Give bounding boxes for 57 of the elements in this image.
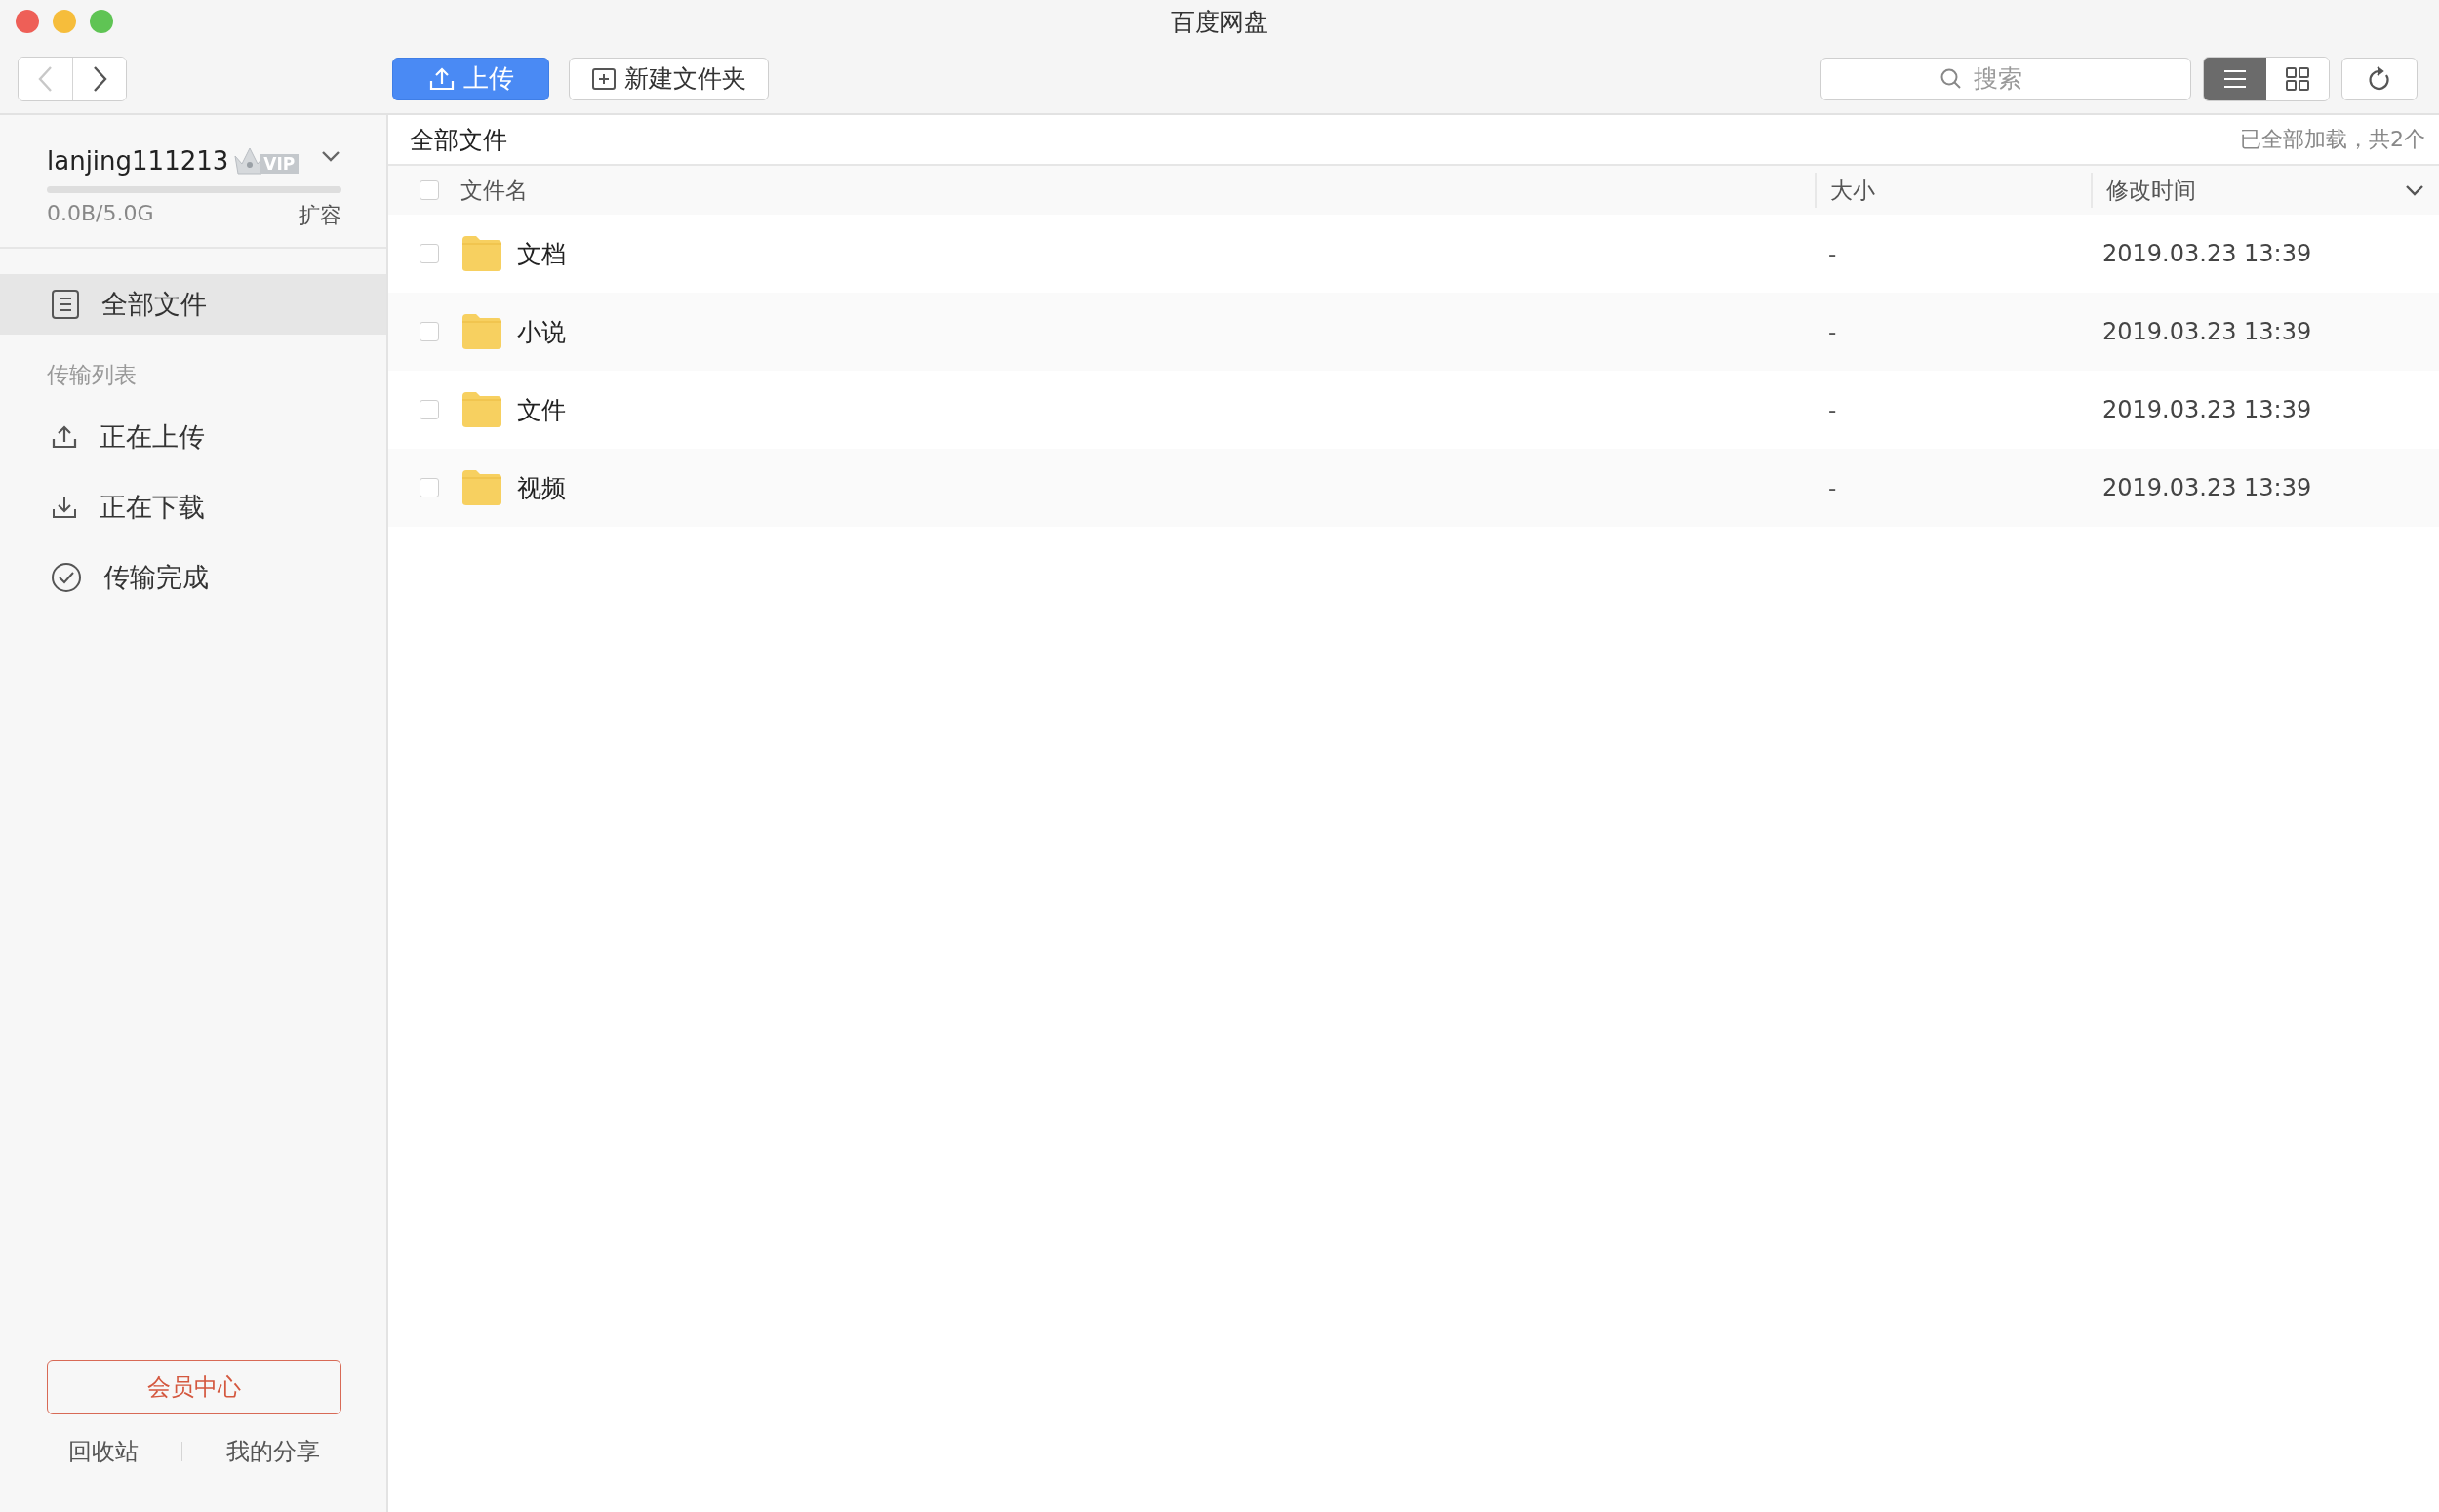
- column-header[interactable]: 大小: [1830, 175, 1875, 206]
- refresh-button[interactable]: [2341, 57, 2418, 100]
- vip-badge: VIP: [260, 154, 300, 174]
- folder-plus-icon: [591, 65, 617, 92]
- folder-icon: [460, 312, 503, 351]
- expand-link[interactable]: 扩容: [299, 201, 341, 230]
- modified-time: 2019.03.23 13:39: [2101, 318, 2312, 345]
- footer-link[interactable]: 我的分享: [225, 1436, 320, 1467]
- file-size: -: [1827, 475, 1837, 500]
- sidebar-item[interactable]: 全部文件: [0, 274, 386, 335]
- window-title: 百度网盘: [1171, 7, 1268, 38]
- checkbox[interactable]: [420, 400, 439, 419]
- refresh-icon: [2367, 64, 2392, 93]
- username: lanjing111213: [47, 145, 229, 178]
- file-size: -: [1827, 397, 1837, 422]
- forward-button[interactable]: [72, 57, 126, 100]
- checkbox[interactable]: [420, 478, 439, 497]
- load-status: 已全部加载，共2个: [2240, 126, 2425, 153]
- file-name[interactable]: 文件: [517, 393, 566, 426]
- member-center-button[interactable]: 会员中心: [47, 1360, 341, 1414]
- modified-time: 2019.03.23 13:39: [2101, 396, 2312, 423]
- checkbox[interactable]: [420, 322, 439, 341]
- folder-icon: [460, 468, 503, 507]
- file-name[interactable]: 小说: [517, 315, 566, 348]
- checkbox[interactable]: [420, 244, 439, 263]
- zoom-button[interactable]: [90, 10, 113, 33]
- new-folder-button[interactable]: 新建文件夹: [569, 57, 769, 100]
- breadcrumb: 全部文件: [410, 124, 507, 156]
- checkbox[interactable]: [420, 180, 439, 200]
- storage-usage: 0.0B/5.0G: [47, 201, 154, 227]
- grid-view-button[interactable]: [2266, 57, 2329, 100]
- download-icon: [51, 494, 78, 521]
- modified-time: 2019.03.23 13:39: [2101, 240, 2312, 267]
- minimize-button[interactable]: [53, 10, 76, 33]
- account-menu-icon[interactable]: [320, 149, 341, 163]
- grid-icon: [2285, 65, 2310, 92]
- file-size: -: [1827, 319, 1837, 344]
- column-header[interactable]: 修改时间: [2106, 175, 2196, 206]
- sidebar-item[interactable]: 正在下载: [0, 472, 386, 542]
- sort-icon[interactable]: [2404, 183, 2425, 197]
- file-size: -: [1827, 241, 1837, 266]
- check-circle-icon: [51, 562, 82, 593]
- close-button[interactable]: [16, 10, 39, 33]
- file-name[interactable]: 文档: [517, 237, 566, 270]
- column-header[interactable]: 文件名: [460, 175, 528, 206]
- folder-icon: [460, 390, 503, 429]
- list-view-button[interactable]: [2204, 57, 2266, 100]
- upload-icon: [51, 423, 78, 451]
- modified-time: 2019.03.23 13:39: [2101, 474, 2312, 501]
- footer-link[interactable]: 回收站: [68, 1436, 140, 1467]
- sidebar-item[interactable]: 传输完成: [0, 542, 386, 613]
- file-name[interactable]: 视频: [517, 471, 566, 504]
- document-icon: [51, 289, 80, 320]
- section-label: 传输列表: [46, 361, 138, 389]
- search-field[interactable]: 搜索: [1820, 57, 2191, 100]
- sidebar-item[interactable]: 正在上传: [0, 402, 386, 472]
- folder-icon: [460, 234, 503, 273]
